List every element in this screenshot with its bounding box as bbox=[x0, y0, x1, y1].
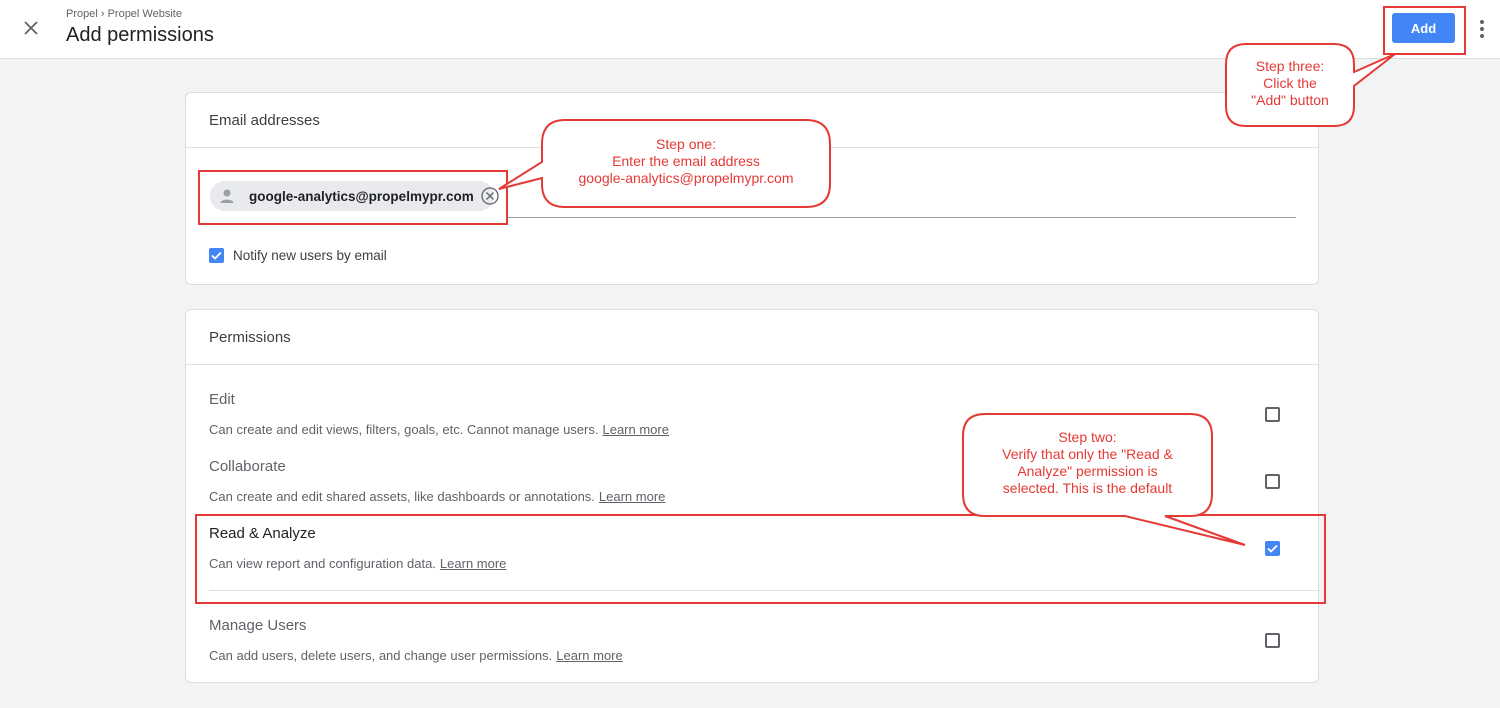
permission-collaborate-checkbox[interactable] bbox=[1265, 474, 1280, 489]
more-options-button[interactable] bbox=[1474, 16, 1490, 42]
permission-edit-title: Edit bbox=[209, 391, 235, 408]
breadcrumb[interactable]: Propel › Propel Website bbox=[66, 8, 182, 20]
permission-collaborate-title: Collaborate bbox=[209, 458, 286, 475]
permission-edit-checkbox[interactable] bbox=[1265, 407, 1280, 422]
top-bar: Propel › Propel Website Add permissions … bbox=[0, 0, 1500, 59]
step-one-callout: Step one: Enter the email address google… bbox=[578, 136, 794, 186]
permission-edit-desc: Can create and edit views, filters, goal… bbox=[209, 422, 669, 437]
more-vert-icon bbox=[1480, 20, 1484, 38]
permission-manage-users-desc: Can add users, delete users, and change … bbox=[209, 648, 623, 663]
permission-manage-users-checkbox[interactable] bbox=[1265, 633, 1280, 648]
step-three-callout: Step three: Click the "Add" button bbox=[1251, 58, 1329, 108]
page-title: Add permissions bbox=[66, 24, 214, 46]
permission-manage-users-title: Manage Users bbox=[209, 617, 307, 634]
notify-users-label: Notify new users by email bbox=[233, 248, 387, 263]
step-two-callout: Step two: Verify that only the "Read & A… bbox=[1002, 429, 1173, 496]
check-icon bbox=[209, 248, 224, 263]
learn-more-link[interactable]: Learn more bbox=[599, 489, 665, 504]
permission-collaborate-desc: Can create and edit shared assets, like … bbox=[209, 489, 666, 504]
close-icon bbox=[24, 21, 38, 35]
close-button[interactable] bbox=[18, 15, 44, 41]
learn-more-link[interactable]: Learn more bbox=[602, 422, 668, 437]
email-input-underline[interactable] bbox=[506, 217, 1296, 218]
permissions-heading: Permissions bbox=[186, 310, 1318, 365]
read-analyze-highlight bbox=[195, 514, 1326, 604]
learn-more-link[interactable]: Learn more bbox=[556, 648, 622, 663]
notify-users-checkbox[interactable]: Notify new users by email bbox=[209, 248, 387, 263]
add-button-highlight bbox=[1383, 6, 1466, 55]
email-chip-highlight bbox=[198, 170, 508, 225]
